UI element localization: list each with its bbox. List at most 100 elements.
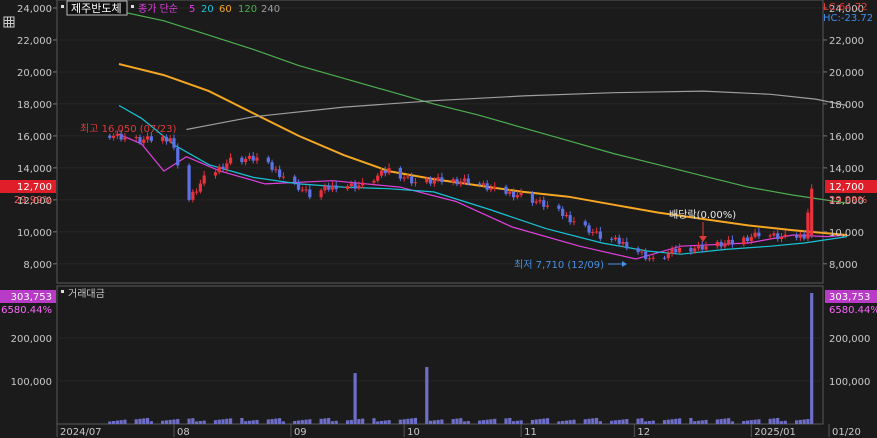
candle-body xyxy=(715,241,719,247)
volume-bar xyxy=(779,421,784,424)
price-panel xyxy=(56,0,824,284)
volume-bar xyxy=(123,419,127,424)
volume-title: 거래대금 xyxy=(68,288,105,300)
y-tick-label: 8,000 xyxy=(829,260,858,271)
volume-bar xyxy=(561,420,565,424)
volume-bar xyxy=(572,419,576,424)
volume-bar xyxy=(266,419,270,424)
candle-body xyxy=(568,215,572,223)
volume-bar xyxy=(511,421,516,424)
volume-bar xyxy=(545,418,550,424)
candle-body xyxy=(515,195,519,198)
candle-body xyxy=(300,189,304,191)
x-tick-label: 12 xyxy=(637,427,650,438)
volume-bar xyxy=(323,418,327,424)
candle-body xyxy=(402,177,406,179)
volume-bar xyxy=(142,418,146,424)
candle-body xyxy=(534,201,538,203)
candle-body xyxy=(647,258,652,260)
candle-body xyxy=(221,166,225,169)
volume-bar xyxy=(727,418,731,424)
candle-body xyxy=(704,246,708,250)
volume-bar xyxy=(278,418,282,424)
volume-bar xyxy=(481,420,485,424)
stock-name: 제주반도체 xyxy=(71,2,122,15)
candle-body xyxy=(296,181,301,190)
volume-bar xyxy=(515,420,519,424)
candle-body xyxy=(432,180,436,184)
candle-body xyxy=(768,235,772,237)
volume-bar xyxy=(783,420,787,424)
volume-bar xyxy=(625,419,629,424)
y-tick-label: 20,000 xyxy=(829,68,864,79)
volume-bar xyxy=(240,417,244,424)
volume-bar xyxy=(538,419,542,424)
volume-tag-right: 303,753 xyxy=(829,292,870,303)
volume-bar xyxy=(402,419,406,424)
candle-body xyxy=(376,175,380,181)
volume-pct-left: 6580.44% xyxy=(1,305,52,316)
candle-body xyxy=(172,138,176,148)
volume-bar xyxy=(198,420,202,424)
candle-body xyxy=(123,137,127,140)
candle-body xyxy=(674,249,678,253)
volume-bar xyxy=(300,420,304,424)
volume-bar xyxy=(478,420,482,424)
candle-body xyxy=(425,178,429,183)
volume-bar xyxy=(768,418,772,424)
candle-body xyxy=(108,135,112,138)
candle-body xyxy=(134,137,138,139)
volume-bar xyxy=(647,420,652,424)
volume-bar xyxy=(636,418,640,424)
candle-body xyxy=(493,186,497,189)
volume-bar xyxy=(274,418,278,424)
lc-readout: LC:64.72 xyxy=(823,2,868,13)
candle-body xyxy=(387,168,391,174)
volume-bar xyxy=(436,419,440,424)
candle-body xyxy=(345,186,350,190)
candle-body xyxy=(145,136,150,140)
volume-bar xyxy=(772,418,776,424)
candle-body xyxy=(138,137,142,143)
volume-bar xyxy=(164,420,169,424)
price-tag-left: 12,700 xyxy=(17,182,52,193)
candle-body xyxy=(625,242,629,249)
volume-bar xyxy=(168,419,172,424)
candle-body xyxy=(572,221,576,223)
volume-bar xyxy=(753,419,757,424)
x-tick-label: 09 xyxy=(294,427,307,438)
volume-bar xyxy=(213,420,218,424)
volume-bar xyxy=(345,420,350,424)
volume-bar xyxy=(693,421,697,424)
volume-bar xyxy=(583,419,587,424)
volume-bar xyxy=(651,420,655,424)
volume-tick-label: 100,000 xyxy=(11,377,52,388)
candle-body xyxy=(217,166,221,173)
x-tick-label: 01/20 xyxy=(832,427,861,438)
volume-bar xyxy=(700,420,704,424)
volume-bar xyxy=(145,417,150,424)
candle-body xyxy=(779,236,784,240)
candle-body xyxy=(176,147,180,166)
y-tick-label: 14,000 xyxy=(829,164,864,175)
y-tick-label: 10,000 xyxy=(17,228,52,239)
candle-body xyxy=(440,177,444,183)
candle-body xyxy=(202,175,206,184)
candle-body xyxy=(598,231,602,239)
volume-bar xyxy=(308,419,312,424)
volume-panel xyxy=(56,285,824,425)
chart-settings-icon[interactable] xyxy=(3,16,15,28)
candle-body xyxy=(798,234,802,238)
volume-bar xyxy=(413,417,418,424)
candle-body xyxy=(255,157,259,161)
candle-body xyxy=(168,138,172,142)
dividend-annotation: 배당락(0.00%) xyxy=(669,209,736,221)
candle-body xyxy=(478,183,482,185)
volume-bar xyxy=(353,373,357,424)
volume-bar xyxy=(696,420,701,424)
volume-bar xyxy=(723,418,727,424)
x-tick-label: 11 xyxy=(524,427,537,438)
y-tick-label: 18,000 xyxy=(829,100,864,111)
candle-body xyxy=(538,200,542,202)
y-tick-label: 24,000 xyxy=(17,4,52,15)
